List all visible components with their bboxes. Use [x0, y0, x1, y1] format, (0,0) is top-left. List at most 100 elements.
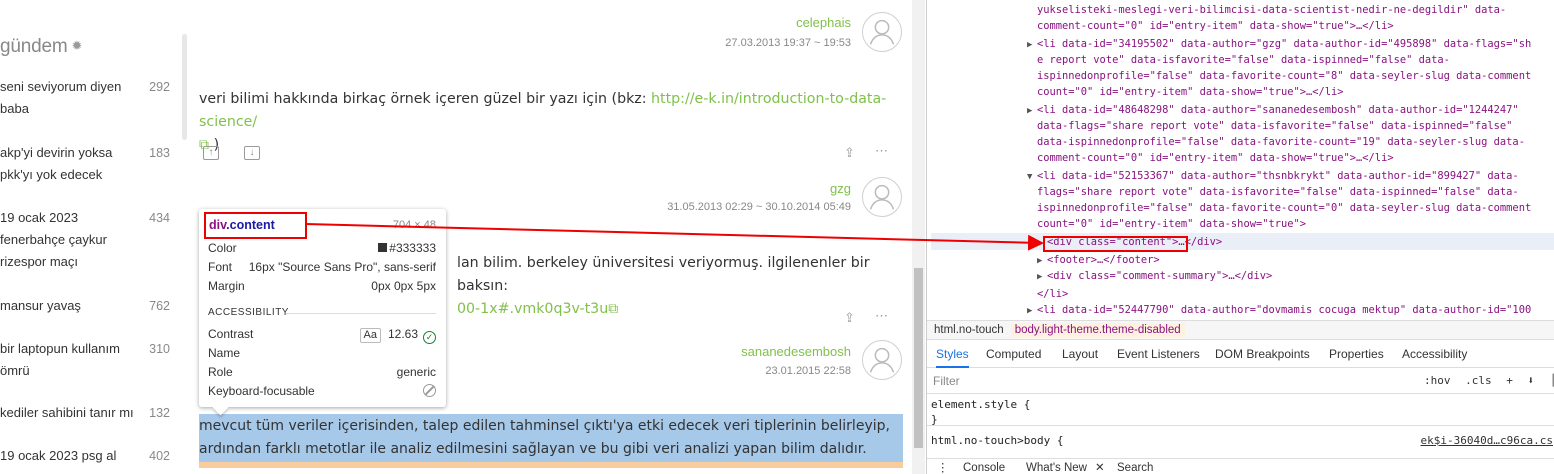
entry-link[interactable]: 00-1x#.vmk0q3v-t3u [457, 301, 608, 317]
dom-line[interactable]: data-ispinnedonprofile="false" data-favo… [1037, 134, 1554, 150]
tab-layout[interactable]: Layout [1062, 341, 1098, 367]
entry-date[interactable]: 31.05.2013 02:29 ~ 30.10.2014 05:49 [667, 201, 851, 213]
topic-item[interactable]: kediler sahibini tanır mı 132 [0, 402, 180, 424]
dom-line[interactable]: ispinnedonprofile="false" data-favorite-… [1037, 68, 1554, 84]
entry-text: veri bilimi hakkında birkaç örnek içeren… [199, 91, 652, 107]
dom-line[interactable]: e report vote" data-isfavorite="false" d… [1037, 52, 1554, 68]
sidebar-title[interactable]: gündem ✹ [0, 36, 82, 58]
sidebar-scrollbar[interactable] [182, 34, 187, 140]
expand-triangle-icon[interactable]: ▶ [1027, 103, 1037, 119]
topic-item[interactable]: akp'yi devirin yoksa pkk'yı yok edecek 18… [0, 142, 180, 186]
rule-divider [927, 425, 1554, 426]
color-format-icon[interactable]: ⬇ [1528, 374, 1535, 387]
tooltip-role-label: Role [208, 365, 233, 379]
external-link-icon[interactable]: ⧉ [608, 301, 618, 317]
dom-line[interactable]: data-flags="share report vote" data-isfa… [1037, 118, 1554, 134]
tooltip-color-value: #333333 [389, 241, 436, 255]
filter-input[interactable]: Filter [933, 369, 960, 393]
tooltip-contrast-label: Contrast [208, 327, 254, 341]
new-rule-button[interactable]: + [1506, 374, 1513, 387]
tooltip-margin-label: Margin [208, 279, 245, 293]
tab-console[interactable]: Console [963, 459, 1005, 474]
rule-selector[interactable]: element.style { [931, 397, 1030, 413]
filter-controls: :hov .cls + ⬇ ▕ [1424, 369, 1553, 393]
share-icon[interactable]: ⇪ [844, 145, 855, 161]
upvote-icon[interactable]: ↑ [203, 146, 219, 160]
tooltip-font-label: Font [208, 260, 233, 274]
expand-triangle-icon[interactable]: ▶ [1027, 37, 1037, 53]
tooltip-color-row: Color #333333 [208, 239, 436, 257]
expand-triangle-icon[interactable]: ▶ [1037, 253, 1047, 269]
dom-line[interactable]: comment-count="0" id="entry-item" data-s… [1037, 150, 1554, 166]
gear-icon[interactable]: ✹ [71, 38, 82, 53]
entry-author[interactable]: celephais [796, 15, 851, 30]
dom-line[interactable]: yukselisteki-meslegi-veri-bilimcisi-data… [1037, 2, 1554, 18]
avatar[interactable] [862, 177, 902, 217]
topic-title: 19 ocak 2023 psg al nasr [0, 448, 117, 474]
tooltip-focus-row: Keyboard-focusable [208, 382, 436, 400]
color-swatch [378, 243, 388, 252]
tab-event-listeners[interactable]: Event Listeners [1117, 341, 1200, 367]
dom-line-text: <li data-id="34195502" data-author="gzg"… [1037, 38, 1532, 50]
hov-button[interactable]: :hov [1424, 374, 1451, 387]
drawer-menu-icon[interactable]: ⋮ [937, 459, 949, 474]
entry-author[interactable]: gzg [830, 181, 851, 196]
tooltip-color-label: Color [208, 241, 237, 255]
sidebar-toggle-icon[interactable]: ▕ [1547, 374, 1554, 387]
topic-item[interactable]: 19 ocak 2023 fenerbahçe çaykur rizespor … [0, 207, 180, 273]
breadcrumb-html[interactable]: html.no-touch [934, 324, 1004, 336]
dom-line[interactable]: comment-count="0" id="entry-item" data-s… [1037, 18, 1554, 34]
not-allowed-icon [423, 384, 436, 397]
entry-author[interactable]: sananedesembosh [741, 344, 851, 359]
dom-line[interactable]: ▶ <li data-id="52447790" data-author="dov… [1027, 302, 1554, 319]
tooltip-size: 704 × 48 [392, 219, 436, 231]
dom-line[interactable]: count="0" id="entry-item" data-show="tru… [1037, 216, 1554, 232]
dom-line[interactable]: flags="share report vote" data-isfavorit… [1037, 184, 1554, 200]
entry-content: veri bilimi hakkında birkaç örnek içeren… [199, 88, 904, 157]
topic-item[interactable]: mansur yavaş 762 [0, 295, 180, 317]
more-icon[interactable]: ⋯ [875, 143, 888, 159]
screen: gündem ✹ seni seviyorum diyen baba 292 akp… [0, 0, 1554, 474]
collapse-triangle-icon[interactable]: ▼ [1027, 169, 1037, 185]
tooltip-divider [286, 313, 436, 314]
entry-date[interactable]: 27.03.2013 19:37 ~ 19:53 [725, 37, 851, 49]
dom-line[interactable]: ▶ <footer>…</footer> [1037, 252, 1554, 269]
tooltip-role-row: Role generic [208, 363, 436, 381]
tab-styles[interactable]: Styles [936, 341, 969, 368]
dom-line[interactable]: ▶ <li data-id="48648298" data-author="san… [1027, 102, 1554, 119]
dom-line[interactable]: </li> [1037, 286, 1554, 302]
topic-item[interactable]: seni seviyorum diyen baba 292 [0, 76, 180, 120]
expand-triangle-icon[interactable]: ▶ [1037, 269, 1047, 285]
close-icon[interactable]: ✕ [1095, 459, 1105, 474]
share-icon[interactable]: ⇪ [844, 310, 855, 326]
main-scrollbar-thumb[interactable] [914, 268, 923, 448]
topic-item[interactable]: 19 ocak 2023 psg al nasr 402 [0, 445, 180, 474]
dom-line[interactable]: ▶ <li data-id="34195502" data-author="gzg… [1027, 36, 1554, 53]
tab-properties[interactable]: Properties [1329, 341, 1384, 367]
topic-title: bir laptopun kullanım ömrü [0, 341, 120, 378]
topic-item[interactable]: bir laptopun kullanım ömrü 310 [0, 338, 180, 382]
tab-search[interactable]: Search [1117, 459, 1153, 474]
tab-computed[interactable]: Computed [986, 341, 1041, 367]
more-icon[interactable]: ⋯ [875, 308, 888, 324]
tooltip-font-row: Font 16px "Source Sans Pro", sans-serif [208, 258, 436, 276]
tab-accessibility[interactable]: Accessibility [1402, 341, 1467, 367]
topic-count: 434 [149, 211, 170, 225]
avatar[interactable] [862, 12, 902, 52]
entry-date[interactable]: 23.01.2015 22:58 [765, 365, 851, 377]
tab-dom-breakpoints[interactable]: DOM Breakpoints [1215, 341, 1310, 367]
dom-line[interactable]: ▶ <div class="comment-summary">…</div> [1037, 268, 1554, 285]
expand-triangle-icon[interactable]: ▶ [1027, 303, 1037, 319]
rule-selector[interactable]: html.no-touch>body { [931, 433, 1063, 449]
breadcrumb-body[interactable]: body.light-theme.theme-disabled [1010, 323, 1185, 337]
downvote-icon[interactable]: ↓ [244, 146, 260, 160]
cls-button[interactable]: .cls [1465, 374, 1492, 387]
dom-line[interactable]: count="0" id="entry-item" data-show="tru… [1037, 84, 1554, 100]
rule-source-link[interactable]: ek$i-36040d…c96ca.cs [1421, 433, 1553, 449]
dom-line[interactable]: ispinnedonprofile="false" data-favorite-… [1037, 200, 1554, 216]
topic-title: akp'yi devirin yoksa pkk'yı yok edecek [0, 145, 113, 182]
tab-whats-new[interactable]: What's New [1026, 459, 1087, 474]
dom-line-text: <li data-id="48648298" data-author="sana… [1037, 104, 1519, 116]
avatar[interactable] [862, 340, 902, 380]
dom-line[interactable]: ▼ <li data-id="52153367" data-author="ths… [1027, 168, 1554, 185]
